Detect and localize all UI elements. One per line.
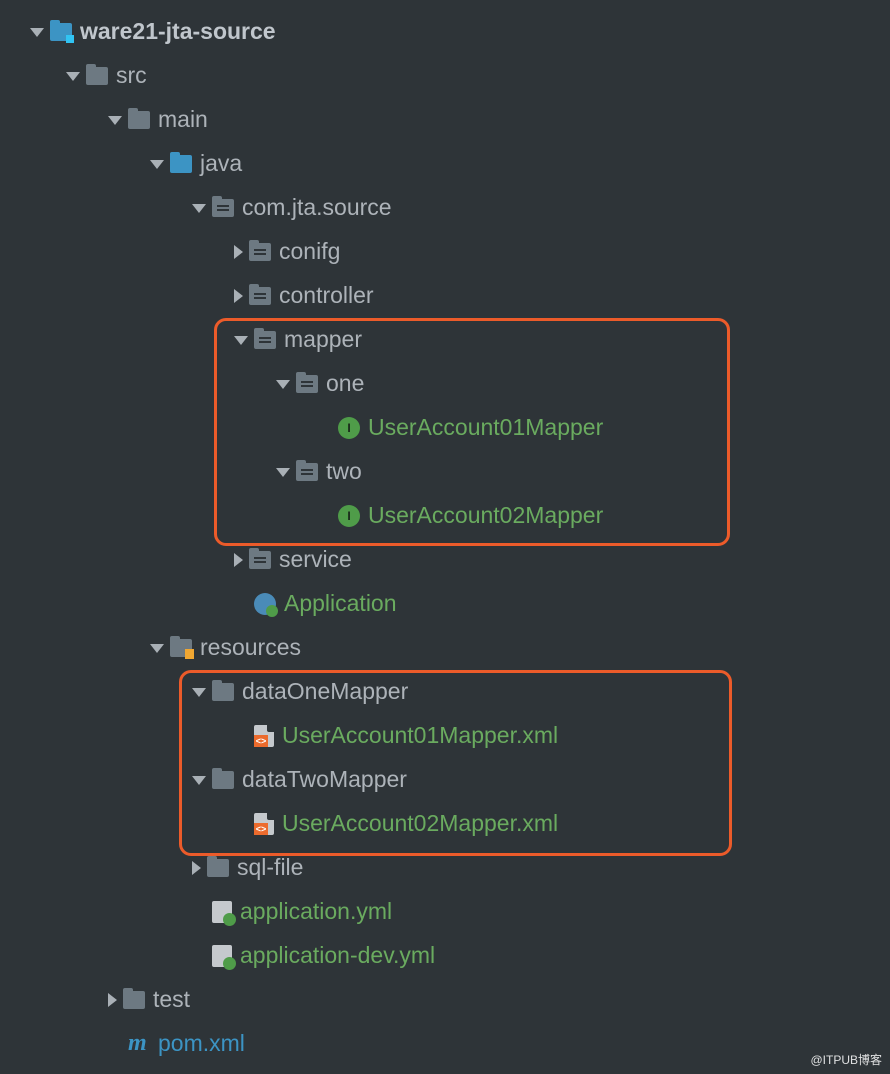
tree-item-mapper[interactable]: mapper xyxy=(30,318,890,362)
tree-label: mapper xyxy=(284,326,362,354)
springboot-icon xyxy=(254,593,276,615)
tree-label: pom.xml xyxy=(158,1030,245,1058)
interface-icon: I xyxy=(338,505,360,527)
tree-item-resources[interactable]: resources xyxy=(30,626,890,670)
tree-label: main xyxy=(158,106,208,134)
tree-item-datatwomapper[interactable]: dataTwoMapper xyxy=(30,758,890,802)
tree-label: conifg xyxy=(279,238,340,266)
tree-item-application[interactable]: Application xyxy=(30,582,890,626)
tree-item-two[interactable]: two xyxy=(30,450,890,494)
package-icon xyxy=(254,331,276,349)
tree-item-appdevyml[interactable]: application-dev.yml xyxy=(30,934,890,978)
tree-item-src[interactable]: src xyxy=(30,54,890,98)
tree-label: ware21-jta-source xyxy=(80,18,276,46)
tree-item-ua02xml[interactable]: UserAccount02Mapper.xml xyxy=(30,802,890,846)
tree-item-one[interactable]: one xyxy=(30,362,890,406)
chevron-down-icon[interactable] xyxy=(234,336,248,345)
yaml-file-icon xyxy=(212,901,232,923)
tree-label: com.jta.source xyxy=(242,194,392,222)
chevron-down-icon[interactable] xyxy=(192,688,206,697)
tree-label: one xyxy=(326,370,364,398)
tree-item-test[interactable]: test xyxy=(30,978,890,1022)
tree-item-appyml[interactable]: application.yml xyxy=(30,890,890,934)
chevron-right-icon[interactable] xyxy=(192,861,201,875)
tree-label: controller xyxy=(279,282,374,310)
tree-item-root[interactable]: ware21-jta-source xyxy=(30,10,890,54)
yaml-file-icon xyxy=(212,945,232,967)
chevron-down-icon[interactable] xyxy=(150,160,164,169)
xml-file-icon xyxy=(254,813,274,835)
tree-item-sqlfile[interactable]: sql-file xyxy=(30,846,890,890)
tree-label: UserAccount02Mapper xyxy=(368,502,603,530)
folder-icon xyxy=(123,991,145,1009)
tree-item-service[interactable]: service xyxy=(30,538,890,582)
folder-icon xyxy=(128,111,150,129)
chevron-right-icon[interactable] xyxy=(108,993,117,1007)
chevron-down-icon[interactable] xyxy=(30,28,44,37)
tree-label: UserAccount01Mapper.xml xyxy=(282,722,558,750)
tree-item-ua01mapper[interactable]: I UserAccount01Mapper xyxy=(30,406,890,450)
chevron-right-icon[interactable] xyxy=(234,289,243,303)
tree-label: application.yml xyxy=(240,898,392,926)
chevron-down-icon[interactable] xyxy=(276,468,290,477)
folder-icon xyxy=(207,859,229,877)
watermark: @ITPUB博客 xyxy=(810,1051,882,1068)
tree-label: UserAccount01Mapper xyxy=(368,414,603,442)
chevron-down-icon[interactable] xyxy=(108,116,122,125)
package-icon xyxy=(249,243,271,261)
tree-item-dataonemapper[interactable]: dataOneMapper xyxy=(30,670,890,714)
tree-label: resources xyxy=(200,634,301,662)
tree-item-controller[interactable]: controller xyxy=(30,274,890,318)
package-icon xyxy=(249,551,271,569)
package-icon xyxy=(296,375,318,393)
tree-label: java xyxy=(200,150,242,178)
source-folder-icon xyxy=(170,155,192,173)
tree-item-conifg[interactable]: conifg xyxy=(30,230,890,274)
tree-item-main[interactable]: main xyxy=(30,98,890,142)
chevron-down-icon[interactable] xyxy=(276,380,290,389)
folder-icon xyxy=(212,683,234,701)
tree-label: dataTwoMapper xyxy=(242,766,407,794)
chevron-down-icon[interactable] xyxy=(66,72,80,81)
package-icon xyxy=(249,287,271,305)
tree-label: Application xyxy=(284,590,397,618)
package-icon xyxy=(296,463,318,481)
folder-icon xyxy=(86,67,108,85)
tree-label: dataOneMapper xyxy=(242,678,408,706)
tree-label: application-dev.yml xyxy=(240,942,435,970)
maven-pom-icon: m xyxy=(128,1033,150,1055)
tree-item-package[interactable]: com.jta.source xyxy=(30,186,890,230)
tree-label: service xyxy=(279,546,352,574)
tree-item-ua02mapper[interactable]: I UserAccount02Mapper xyxy=(30,494,890,538)
chevron-down-icon[interactable] xyxy=(192,204,206,213)
tree-item-java[interactable]: java xyxy=(30,142,890,186)
project-tree[interactable]: ware21-jta-source src main java com.jta.… xyxy=(0,0,890,1066)
tree-item-ua01xml[interactable]: UserAccount01Mapper.xml xyxy=(30,714,890,758)
tree-label: UserAccount02Mapper.xml xyxy=(282,810,558,838)
chevron-right-icon[interactable] xyxy=(234,245,243,259)
tree-label: sql-file xyxy=(237,854,303,882)
tree-label: src xyxy=(116,62,147,90)
module-folder-icon xyxy=(50,23,72,41)
chevron-right-icon[interactable] xyxy=(234,553,243,567)
package-icon xyxy=(212,199,234,217)
xml-file-icon xyxy=(254,725,274,747)
tree-label: test xyxy=(153,986,190,1014)
interface-icon: I xyxy=(338,417,360,439)
folder-icon xyxy=(212,771,234,789)
chevron-down-icon[interactable] xyxy=(192,776,206,785)
chevron-down-icon[interactable] xyxy=(150,644,164,653)
tree-item-pom[interactable]: m pom.xml xyxy=(30,1022,890,1066)
resources-folder-icon xyxy=(170,639,192,657)
tree-label: two xyxy=(326,458,362,486)
